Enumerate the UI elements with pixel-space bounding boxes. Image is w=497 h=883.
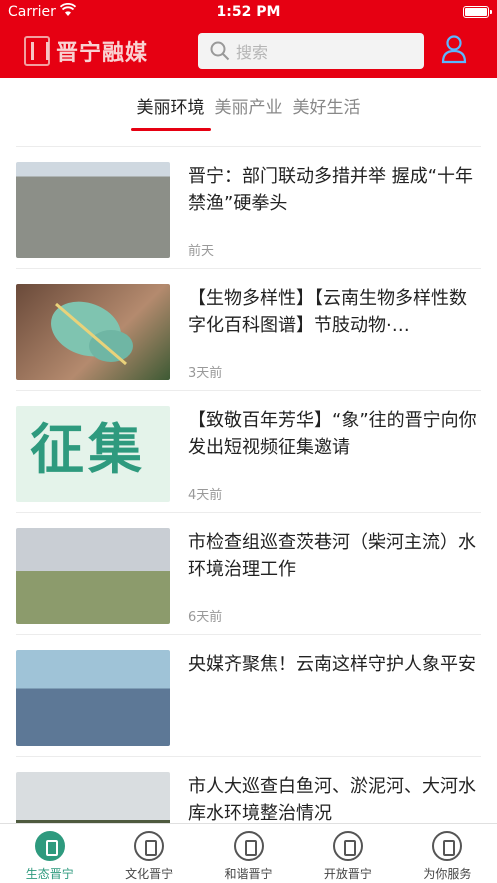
tabbar-item-harmony[interactable]: 和谐晋宁 xyxy=(199,824,298,883)
news-thumbnail xyxy=(16,284,170,380)
tab-good-life[interactable]: 美好生活 xyxy=(293,93,361,131)
tabbar-label: 和谐晋宁 xyxy=(224,867,273,881)
tabbar-label: 开放晋宁 xyxy=(323,867,372,881)
open-icon xyxy=(332,831,363,861)
news-title: 市人大巡查白鱼河、淤泥河、大河水库水环境整治情况 xyxy=(188,776,476,824)
news-time: 3天前 xyxy=(188,366,223,381)
news-time: 前天 xyxy=(188,244,215,259)
tab-beautiful-industry[interactable]: 美丽产业 xyxy=(215,93,283,131)
thumbnail-caption: 征集 xyxy=(30,418,146,481)
ecology-icon xyxy=(34,831,65,861)
app-header: 晋宁融媒 搜索 xyxy=(0,24,497,78)
bottom-tab-bar: 生态晋宁 文化晋宁 和谐晋宁 开放晋宁 为你服务 xyxy=(0,823,497,883)
tabbar-label: 为你服务 xyxy=(423,867,472,881)
logo-mark-icon xyxy=(24,36,50,66)
news-item[interactable]: 【生物多样性】【云南生物多样性数字化百科图谱】节肢动物·… 3天前 xyxy=(16,268,481,390)
news-item[interactable]: 央媒齐聚焦！云南这样守护人象平安 xyxy=(16,634,481,756)
service-icon xyxy=(432,831,463,861)
search-icon xyxy=(210,41,230,61)
clock: 1:52 PM xyxy=(216,4,281,20)
news-title: 市检查组巡查茨巷河（柴河主流）水环境治理工作 xyxy=(188,532,476,580)
tabbar-item-service[interactable]: 为你服务 xyxy=(398,824,497,883)
tabbar-item-culture[interactable]: 文化晋宁 xyxy=(99,824,198,883)
news-time: 4天前 xyxy=(188,488,223,503)
news-title: 晋宁：部门联动多措并举 握成“十年禁渔”硬拳头 xyxy=(188,166,474,214)
news-list: 晋宁：部门联动多措并举 握成“十年禁渔”硬拳头 前天 【生物多样性】【云南生物多… xyxy=(0,146,497,878)
harmony-icon xyxy=(233,831,264,861)
culture-icon xyxy=(134,831,165,861)
logo-text: 晋宁融媒 xyxy=(56,41,149,66)
app-logo: 晋宁融媒 xyxy=(24,34,148,68)
news-thumbnail xyxy=(16,528,170,624)
news-thumbnail xyxy=(16,650,170,746)
search-input[interactable]: 搜索 xyxy=(198,33,424,69)
moth-image xyxy=(51,301,133,366)
tabbar-item-ecology[interactable]: 生态晋宁 xyxy=(0,824,99,883)
tabbar-label: 文化晋宁 xyxy=(125,867,174,881)
news-title: 【致敬百年芳华】“象”往的晋宁向你发出短视频征集邀请 xyxy=(188,410,477,458)
news-thumbnail xyxy=(16,162,170,258)
category-tabs: 美丽环境 美丽产业 美好生活 xyxy=(0,78,497,134)
battery-icon xyxy=(463,6,492,18)
tabbar-item-open[interactable]: 开放晋宁 xyxy=(298,824,397,883)
news-time: 6天前 xyxy=(188,610,223,625)
status-bar: Carrier 1:52 PM xyxy=(0,0,497,24)
news-title: 央媒齐聚焦！云南这样守护人象平安 xyxy=(188,654,476,675)
tabbar-label: 生态晋宁 xyxy=(25,867,74,881)
news-thumbnail: 征集 xyxy=(16,406,170,502)
news-item[interactable]: 晋宁：部门联动多措并举 握成“十年禁渔”硬拳头 前天 xyxy=(16,146,481,268)
user-profile-icon[interactable] xyxy=(441,34,467,64)
tab-beautiful-environment[interactable]: 美丽环境 xyxy=(130,93,211,131)
news-item[interactable]: 征集 【致敬百年芳华】“象”往的晋宁向你发出短视频征集邀请 4天前 xyxy=(16,390,481,512)
news-item[interactable]: 市检查组巡查茨巷河（柴河主流）水环境治理工作 6天前 xyxy=(16,512,481,634)
news-title: 【生物多样性】【云南生物多样性数字化百科图谱】节肢动物·… xyxy=(188,288,467,336)
search-placeholder: 搜索 xyxy=(236,43,269,62)
